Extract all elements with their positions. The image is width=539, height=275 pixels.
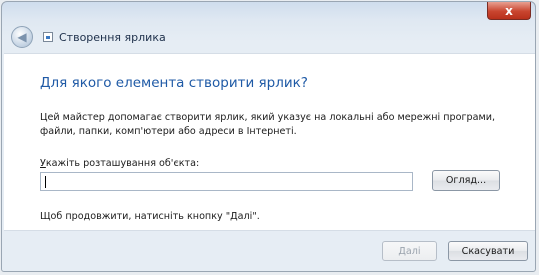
continue-hint: Щоб продовжити, натисніть кнопку "Далі". xyxy=(40,211,260,222)
location-input[interactable] xyxy=(40,172,413,191)
window-title: Створення ярлика xyxy=(59,30,166,44)
create-shortcut-window: x ◀ Створення ярлика Для якого елемента … xyxy=(1,1,536,272)
cancel-button[interactable]: Скасувати xyxy=(448,241,528,261)
page-heading: Для якого елемента створити ярлик? xyxy=(40,75,308,91)
wizard-content: Для якого елемента створити ярлик? Цей м… xyxy=(4,53,535,231)
location-label: Укажіть розташування об'єкта: xyxy=(40,158,199,169)
shortcut-wizard-icon xyxy=(43,32,53,42)
wizard-titlebar: ◀ Створення ярлика xyxy=(2,22,535,52)
close-icon: x xyxy=(505,3,513,18)
text-caret xyxy=(45,176,46,188)
location-label-text: кажіть розташування об'єкта: xyxy=(45,158,200,169)
close-button[interactable]: x xyxy=(487,2,531,20)
wizard-description: Цей майстер допомагає створити ярлик, як… xyxy=(40,112,496,137)
back-button[interactable]: ◀ xyxy=(11,26,33,48)
browse-button[interactable]: Огляд... xyxy=(432,170,500,191)
back-arrow-icon: ◀ xyxy=(17,30,27,44)
next-button[interactable]: Далі xyxy=(382,241,437,261)
